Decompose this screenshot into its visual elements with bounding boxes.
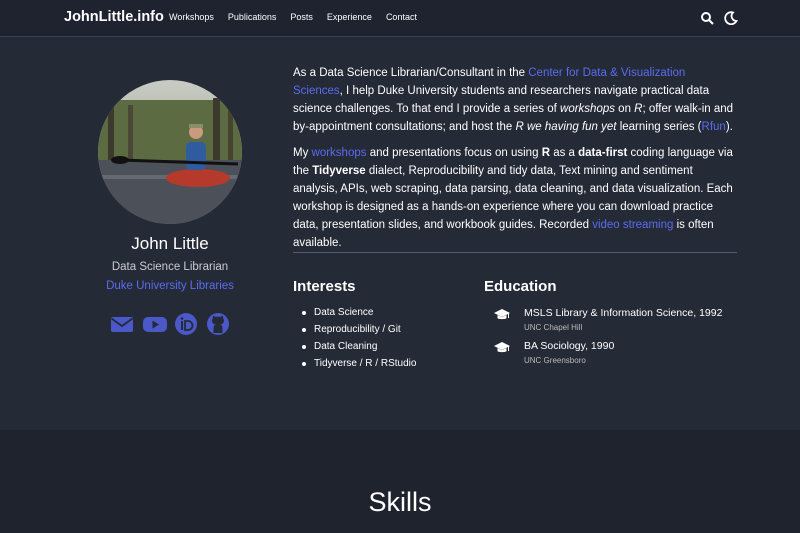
nav-item-experience[interactable]: Experience xyxy=(327,12,372,22)
navbar: JohnLittle.info Workshops Publications P… xyxy=(0,0,800,37)
interests-title: Interests xyxy=(293,278,356,295)
education-school: UNC Greensboro xyxy=(524,356,586,365)
education-school: UNC Chapel Hill xyxy=(524,323,583,332)
main-nav: Workshops Publications Posts Experience … xyxy=(169,12,417,22)
skills-title: Skills xyxy=(368,487,432,517)
education-degree: MSLS Library & Information Science, 1992 xyxy=(524,307,723,319)
profile-card: John Little Data Science Librarian Duke … xyxy=(60,80,280,336)
education-section: Education MSLS Library & Information Sci… xyxy=(484,278,744,373)
interests-section: Interests Data Science Reproducibility /… xyxy=(293,278,473,375)
avatar xyxy=(98,80,242,224)
graduation-cap-icon xyxy=(494,309,510,320)
video-streaming-link[interactable]: video streaming xyxy=(592,219,673,231)
education-item: BA Sociology, 1990 UNC Greensboro xyxy=(484,340,744,365)
nav-item-workshops[interactable]: Workshops xyxy=(169,12,214,22)
profile-name: John Little xyxy=(131,234,209,253)
graduation-cap-icon xyxy=(494,342,510,353)
education-degree: BA Sociology, 1990 xyxy=(524,340,615,352)
envelope-icon[interactable] xyxy=(110,312,134,336)
profile-org-link[interactable]: Duke University Libraries xyxy=(60,280,280,292)
education-title: Education xyxy=(484,278,557,295)
nav-item-posts[interactable]: Posts xyxy=(290,12,313,22)
bio-section: As a Data Science Librarian/Consultant i… xyxy=(293,64,737,260)
list-item: Data Cleaning xyxy=(293,341,473,352)
list-item: Tidyverse / R / RStudio xyxy=(293,358,473,369)
youtube-icon[interactable] xyxy=(142,312,167,336)
nav-item-contact[interactable]: Contact xyxy=(386,12,417,22)
nav-icons xyxy=(700,11,738,26)
nav-item-publications[interactable]: Publications xyxy=(228,12,277,22)
education-item: MSLS Library & Information Science, 1992… xyxy=(484,307,744,332)
workshops-link[interactable]: workshops xyxy=(312,147,367,159)
moon-icon[interactable] xyxy=(724,11,738,26)
bio-paragraph-1: As a Data Science Librarian/Consultant i… xyxy=(293,67,734,133)
list-item: Data Science xyxy=(293,307,473,318)
github-icon[interactable] xyxy=(206,312,230,336)
list-item: Reproducibility / Git xyxy=(293,324,473,335)
search-icon[interactable] xyxy=(700,11,714,25)
social-links xyxy=(60,312,280,336)
site-brand[interactable]: JohnLittle.info xyxy=(64,9,164,25)
orcid-icon[interactable] xyxy=(174,312,198,336)
interests-list: Data Science Reproducibility / Git Data … xyxy=(293,307,473,369)
bio-paragraph-2: My workshops and presentations focus on … xyxy=(293,147,733,249)
profile-role: Data Science Librarian xyxy=(111,261,229,273)
rfun-link[interactable]: Rfun xyxy=(702,121,726,133)
divider xyxy=(293,252,737,253)
